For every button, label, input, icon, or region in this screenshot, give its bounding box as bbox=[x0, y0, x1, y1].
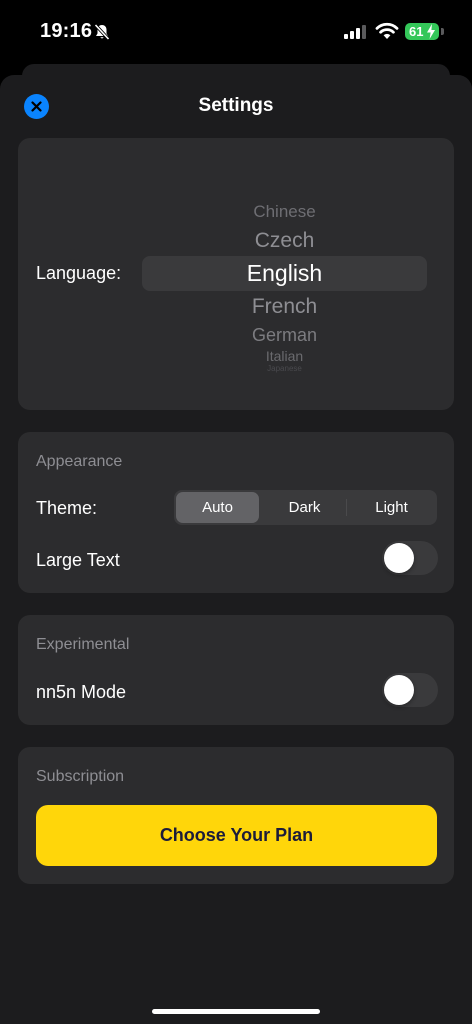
choose-plan-button[interactable]: Choose Your Plan bbox=[36, 805, 437, 866]
theme-segmented-control[interactable]: Auto Dark Light bbox=[174, 490, 437, 525]
picker-item[interactable]: Japanese bbox=[142, 364, 427, 373]
picker-item[interactable]: Chinese bbox=[142, 202, 427, 222]
language-label: Language: bbox=[36, 263, 122, 283]
large-text-toggle[interactable] bbox=[382, 541, 438, 575]
theme-option-auto[interactable]: Auto bbox=[176, 492, 259, 523]
appearance-header: Appearance bbox=[36, 453, 123, 470]
theme-option-dark[interactable]: Dark bbox=[263, 492, 346, 523]
subscription-card: Subscription Choose Your Plan bbox=[18, 747, 454, 884]
picker-item-selected[interactable]: English bbox=[142, 260, 427, 287]
subscription-header: Subscription bbox=[36, 768, 125, 785]
experimental-header: Experimental bbox=[36, 636, 130, 653]
experimental-card: Experimental nn5n Mode bbox=[18, 615, 454, 725]
theme-label: Theme: bbox=[36, 498, 98, 518]
wifi-icon bbox=[375, 22, 399, 39]
nn5n-mode-toggle[interactable] bbox=[382, 673, 438, 707]
home-indicator[interactable] bbox=[152, 1009, 320, 1014]
language-card: Language: Chinese Czech English French G… bbox=[18, 138, 454, 410]
battery-level: 61 bbox=[409, 24, 424, 39]
cellular-signal-icon bbox=[344, 25, 366, 39]
theme-option-light[interactable]: Light bbox=[350, 492, 433, 523]
picker-item[interactable]: Czech bbox=[142, 229, 427, 253]
nn5n-mode-label: nn5n Mode bbox=[36, 682, 127, 702]
toggle-knob bbox=[384, 675, 414, 705]
segment-divider bbox=[346, 499, 347, 516]
battery-indicator: 61 bbox=[405, 23, 439, 40]
picker-item[interactable]: Italian bbox=[142, 348, 427, 364]
battery-charging-icon bbox=[427, 24, 435, 39]
bell-slash-icon bbox=[94, 23, 110, 41]
page-title: Settings bbox=[198, 95, 274, 116]
appearance-card: Appearance Theme: Auto Dark Light Large … bbox=[18, 432, 454, 593]
battery-cap bbox=[441, 28, 444, 35]
picker-item[interactable]: French bbox=[142, 295, 427, 319]
toggle-knob bbox=[384, 543, 414, 573]
status-bar: 19:16 61 bbox=[0, 0, 472, 64]
picker-item[interactable]: German bbox=[142, 325, 427, 346]
large-text-label: Large Text bbox=[36, 550, 120, 570]
status-time: 19:16 bbox=[40, 20, 93, 42]
